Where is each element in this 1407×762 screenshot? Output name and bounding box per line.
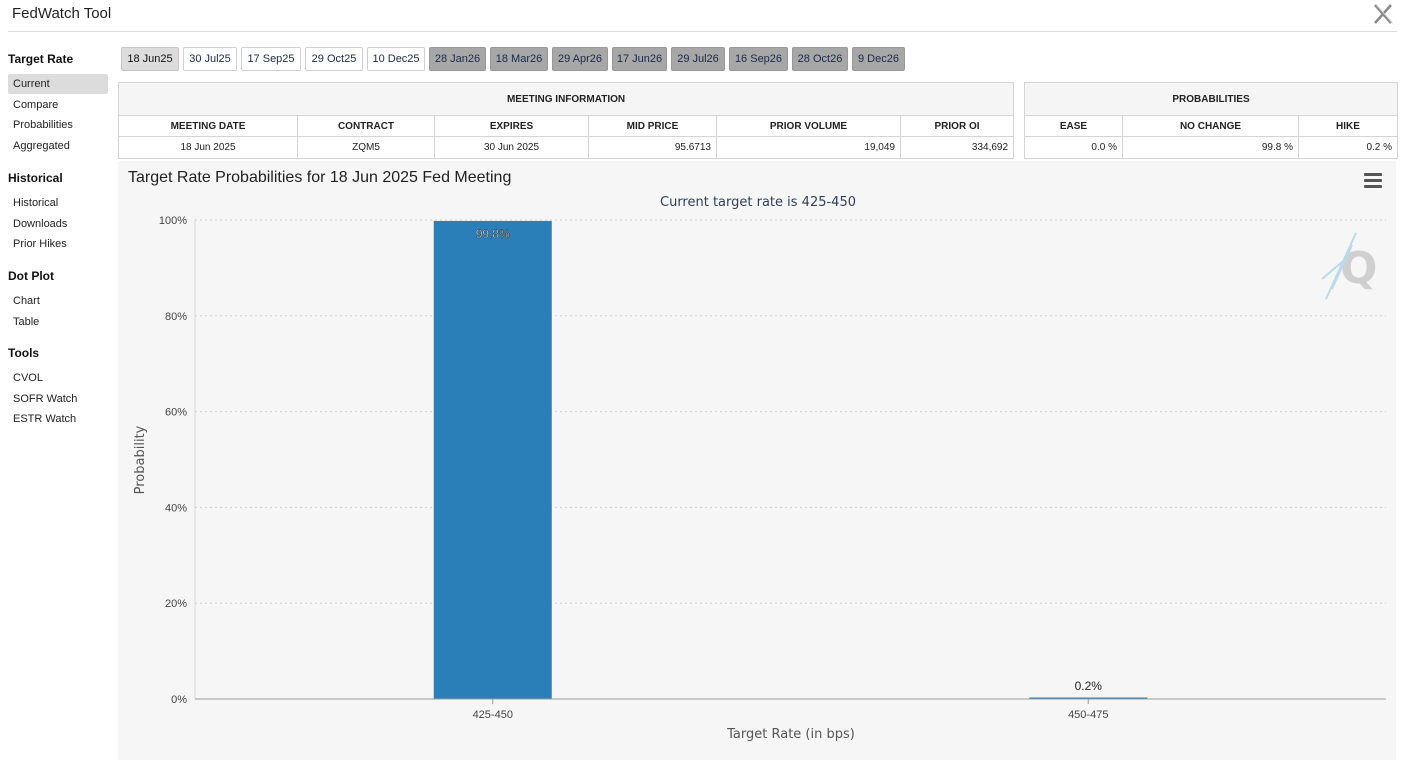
sidebar-item-probabilities[interactable]: Probabilities	[8, 115, 108, 135]
tab-10-dec25[interactable]: 10 Dec25	[367, 47, 425, 71]
tab-9-dec26[interactable]: 9 Dec26	[852, 47, 905, 71]
tab-18-jun25[interactable]: 18 Jun25	[121, 47, 179, 71]
cell-expires: 30 Jun 2025	[434, 136, 589, 159]
y-tick-label: 80%	[165, 311, 187, 323]
chart-subtitle: Current target rate is 425-450	[660, 195, 856, 210]
x-tick-label: 425-450	[473, 709, 513, 721]
y-tick-label: 20%	[165, 598, 187, 610]
tab-16-sep26[interactable]: 16 Sep26	[729, 47, 788, 71]
sidebar-heading-target-rate: Target Rate	[8, 52, 74, 66]
sidebar-heading-tools: Tools	[8, 346, 40, 360]
sidebar-item-aggregated[interactable]: Aggregated	[8, 136, 108, 156]
tab-28-jan26[interactable]: 28 Jan26	[429, 47, 486, 71]
sidebar-item-sofr-watch[interactable]: SOFR Watch	[8, 389, 108, 409]
cell-mid-price: 95.6713	[588, 136, 717, 159]
cell-contract: ZQM5	[297, 136, 435, 159]
y-axis-title: Probability	[133, 425, 148, 494]
x-logo-icon[interactable]	[1372, 2, 1394, 26]
sidebar-heading-historical: Historical	[8, 171, 63, 185]
app-title: FedWatch Tool	[12, 5, 112, 22]
tab-29-jul26[interactable]: 29 Jul26	[671, 47, 725, 71]
tab-29-apr26[interactable]: 29 Apr26	[552, 47, 608, 71]
probability-chart: 0% 20% 40% 60% 80% 100% Q 99.8% 425-450 0.2% 450-4…	[133, 195, 1386, 742]
tab-30-jul25[interactable]: 30 Jul25	[183, 47, 237, 71]
col-no-change: NO CHANGE	[1122, 115, 1299, 137]
header-divider	[8, 31, 1397, 32]
table-row: 18 Jun 2025 ZQM5 30 Jun 2025 95.6713 19,…	[118, 136, 1015, 159]
cell-prior-oi: 334,692	[899, 136, 1015, 159]
sidebar-item-compare[interactable]: Compare	[8, 95, 108, 115]
chart-title: Target Rate Probabilities for 18 Jun 202…	[128, 169, 512, 186]
col-contract: CONTRACT	[297, 115, 435, 137]
sidebar-item-current[interactable]: Current	[8, 74, 108, 94]
sidebar-item-prior-hikes[interactable]: Prior Hikes	[8, 234, 108, 254]
cell-hike: 0.2 %	[1297, 136, 1399, 159]
bar-425-450	[433, 220, 552, 699]
y-tick-label: 40%	[165, 502, 187, 514]
sidebar-heading-dot-plot: Dot Plot	[8, 269, 54, 283]
sidebar-item-estr-watch[interactable]: ESTR Watch	[8, 409, 108, 429]
x-tick-label: 450-475	[1068, 709, 1108, 721]
cell-no-change: 99.8 %	[1122, 136, 1299, 159]
probabilities-table: PROBABILITIES EASE NO CHANGE HIKE 0.0 % …	[1023, 82, 1399, 159]
col-prior-volume: PRIOR VOLUME	[716, 115, 901, 137]
table-row: 0.0 % 99.8 % 0.2 %	[1024, 136, 1399, 159]
col-ease: EASE	[1024, 115, 1123, 137]
y-tick-label: 100%	[159, 215, 187, 227]
sidebar-item-table[interactable]: Table	[8, 312, 108, 332]
col-mid-price: MID PRICE	[588, 115, 717, 137]
col-prior-oi: PRIOR OI	[899, 115, 1015, 137]
cell-ease: 0.0 %	[1024, 136, 1123, 159]
y-tick-label: 60%	[165, 407, 187, 419]
tab-29-oct25[interactable]: 29 Oct25	[305, 47, 363, 71]
probabilities-heading: PROBABILITIES	[1023, 82, 1399, 116]
meeting-info-heading: MEETING INFORMATION	[117, 82, 1015, 116]
quikstrike-watermark-icon: Q	[1321, 232, 1377, 300]
tab-28-oct26[interactable]: 28 Oct26	[792, 47, 848, 71]
tab-17-jun26[interactable]: 17 Jun26	[612, 47, 667, 71]
col-meeting-date: MEETING DATE	[118, 115, 298, 137]
tab-17-sep25[interactable]: 17 Sep25	[241, 47, 301, 71]
bar-data-label: 99.8%	[476, 227, 510, 241]
bar-data-label: 0.2%	[1075, 679, 1103, 693]
col-hike: HIKE	[1297, 115, 1399, 137]
tab-18-mar26[interactable]: 18 Mar26	[490, 47, 548, 71]
x-axis-title: Target Rate (in bps)	[726, 727, 855, 742]
sidebar-item-chart[interactable]: Chart	[8, 291, 108, 311]
chart-menu-icon[interactable]	[1364, 173, 1382, 189]
y-tick-label: 0%	[171, 694, 187, 706]
cell-prior-volume: 19,049	[716, 136, 901, 159]
meeting-info-table: MEETING INFORMATION MEETING DATE CONTRAC…	[117, 82, 1015, 159]
sidebar-item-cvol[interactable]: CVOL	[8, 368, 108, 388]
col-expires: EXPIRES	[434, 115, 589, 137]
cell-meeting-date: 18 Jun 2025	[118, 136, 298, 159]
chart-panel: 0% 20% 40% 60% 80% 100% Q 99.8% 425-450 0.2% 450-4…	[118, 161, 1396, 760]
sidebar-item-downloads[interactable]: Downloads	[8, 214, 108, 234]
sidebar-item-historical[interactable]: Historical	[8, 193, 108, 213]
svg-text:Q: Q	[1340, 243, 1377, 294]
